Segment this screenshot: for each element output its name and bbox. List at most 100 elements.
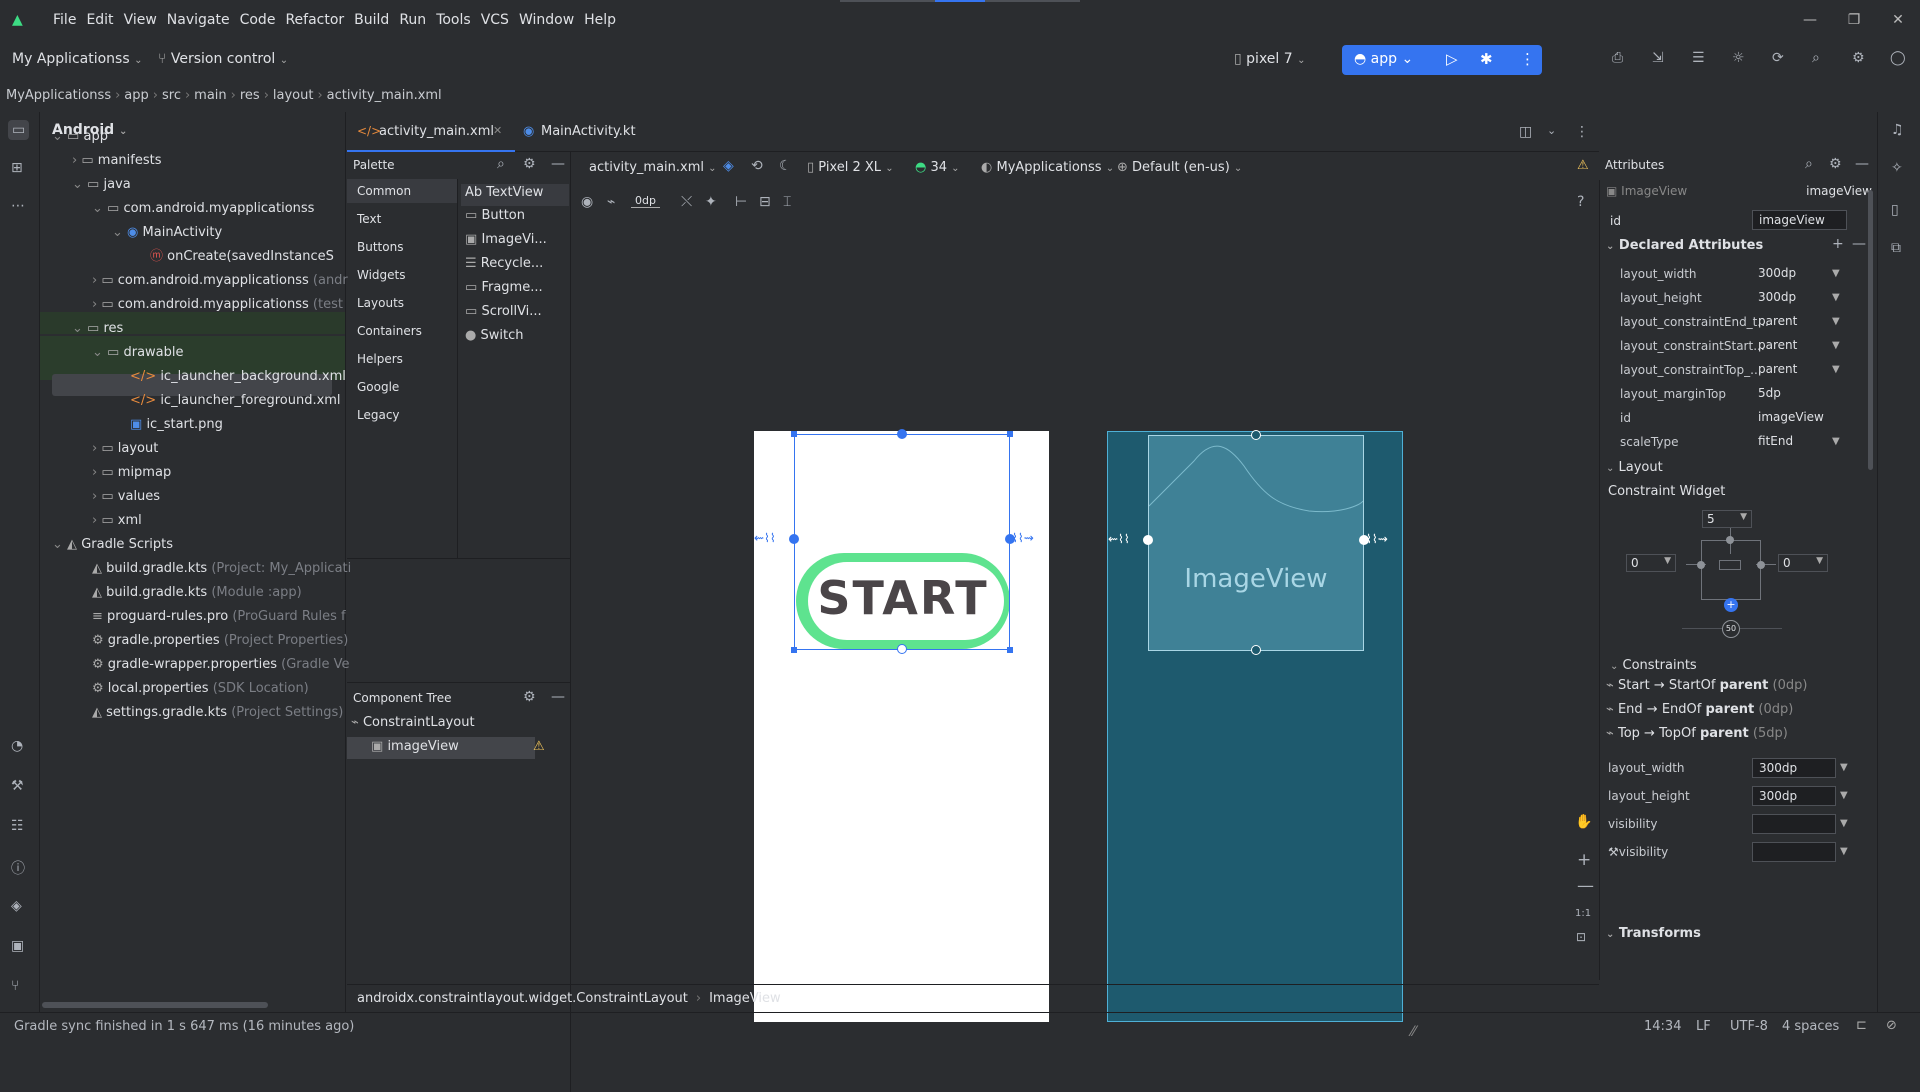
tree-item-java[interactable]: ⌄ ▭ java	[72, 174, 131, 196]
menu-vcs[interactable]: VCS	[476, 12, 514, 28]
visibility-select[interactable]	[1752, 814, 1836, 834]
palette-item-scrollview[interactable]: ▭ ScrollVi...	[465, 304, 542, 319]
tree-item-build-gradle-project[interactable]: ◭ build.gradle.kts (Project: My_Applicat…	[92, 558, 351, 580]
palette-category-layouts[interactable]: Layouts	[357, 296, 404, 310]
settings-icon[interactable]: ⚙	[1852, 50, 1865, 66]
vertical-scrollbar[interactable]	[1868, 190, 1873, 470]
tree-item-gradle-wrapper[interactable]: ⚙ gradle-wrapper.properties (Gradle Ve	[92, 654, 349, 676]
baseline-icon[interactable]: ⌶	[783, 194, 791, 210]
constraint-item[interactable]: ⌁ Top → TopOf parent (5dp)	[1606, 726, 1788, 741]
menu-navigate[interactable]: Navigate	[162, 12, 235, 28]
menu-code[interactable]: Code	[235, 12, 281, 28]
bias-slider[interactable]: 50	[1722, 620, 1740, 638]
breadcrumb-item[interactable]: main	[194, 88, 226, 103]
layout-width-input[interactable]: 300dp	[1752, 758, 1836, 778]
guidelines-icon[interactable]: ⊢	[735, 194, 747, 210]
constraint-anchor-bottom[interactable]	[897, 644, 907, 654]
device-manager-icon[interactable]: ⎙	[1612, 50, 1623, 66]
close-tab-icon[interactable]: ✕	[493, 124, 502, 137]
attr-row[interactable]: layout_width 300dp ▼	[1600, 262, 1878, 286]
debug-icon[interactable]: ✱	[1480, 50, 1493, 68]
night-mode-icon[interactable]: ☾	[779, 158, 792, 174]
resource-manager-icon[interactable]: ⊞	[11, 160, 23, 176]
infer-constraints-icon[interactable]: ✦	[705, 194, 717, 210]
status-message[interactable]: Gradle sync finished in 1 s 647 ms (16 m…	[14, 1019, 354, 1034]
locale-selector[interactable]: ⊕ Default (en-us) ⌄	[1117, 160, 1242, 175]
attr-row[interactable]: layout_constraintTop_... parent ▼	[1600, 358, 1878, 382]
declared-attributes-header[interactable]: ⌄ Declared Attributes	[1606, 238, 1866, 260]
pan-icon[interactable]: ✋	[1575, 814, 1592, 830]
minimize-panel-icon[interactable]: —	[551, 689, 565, 705]
lock-icon[interactable]: ⊏	[1856, 1018, 1867, 1033]
palette-item-button[interactable]: ▭ Button	[465, 208, 525, 223]
chevron-down-icon[interactable]: ⌄	[1547, 124, 1556, 137]
dropdown-icon[interactable]: ▼	[1832, 340, 1840, 351]
zoom-in-icon[interactable]: +	[1577, 850, 1591, 870]
breadcrumb-item[interactable]: MyApplicationss	[6, 88, 111, 103]
id-input[interactable]: imageView	[1752, 210, 1847, 230]
attr-value[interactable]: 300dp	[1758, 290, 1796, 304]
notifications-icon[interactable]: ♫	[1891, 122, 1904, 138]
more-options-icon[interactable]: ⋮	[1575, 124, 1589, 140]
add-bottom-constraint-icon[interactable]: +	[1724, 598, 1738, 612]
constraint-dot-end[interactable]	[1757, 561, 1765, 569]
zoom-to-actual-icon[interactable]: 1:1	[1575, 908, 1591, 919]
logcat-icon[interactable]: ☷	[11, 818, 24, 834]
dropdown-icon[interactable]: ▼	[1840, 790, 1848, 801]
palette-category-helpers[interactable]: Helpers	[357, 352, 403, 366]
remove-attribute-icon[interactable]: —	[1852, 236, 1866, 252]
horizontal-scrollbar[interactable]	[42, 1002, 268, 1008]
clear-constraints-icon[interactable]: ⤬	[681, 194, 692, 210]
search-icon[interactable]: ⌕	[1805, 156, 1813, 172]
attr-value[interactable]: 5dp	[1758, 386, 1781, 400]
run-icon[interactable]: ▷	[1446, 50, 1458, 68]
dropdown-icon[interactable]: ▼	[1832, 268, 1840, 279]
terminal-icon[interactable]: ▣	[11, 938, 24, 954]
indent-setting[interactable]: 4 spaces	[1782, 1019, 1839, 1034]
help-icon[interactable]: ?	[1577, 194, 1584, 210]
layout-height-input[interactable]: 300dp	[1752, 786, 1836, 806]
close-window-icon[interactable]: ✕	[1876, 0, 1920, 40]
path-item[interactable]: ImageView	[709, 991, 781, 1006]
tree-item-gradle-properties[interactable]: ⚙ gradle.properties (Project Properties)	[92, 630, 348, 652]
tree-item-android-test-package[interactable]: › ▭ com.android.myapplicationss (andr	[92, 270, 348, 292]
tree-item-app[interactable]: ⌄ ▭ app	[52, 126, 108, 148]
tree-node-imageview[interactable]: ▣ imageView	[347, 737, 535, 759]
tree-item-gradle-scripts[interactable]: ⌄ ◭ Gradle Scripts	[52, 534, 173, 556]
constraint-anchor-top[interactable]	[1251, 430, 1261, 440]
align-icon[interactable]: ⊟	[759, 194, 771, 210]
tree-item-proguard[interactable]: ≡ proguard-rules.pro (ProGuard Rules f	[92, 606, 346, 628]
minimize-icon[interactable]: —	[1788, 0, 1832, 40]
run-config-selector[interactable]: ◓ app ⌄	[1354, 51, 1413, 67]
tree-item-local-properties[interactable]: ⚙ local.properties (SDK Location)	[92, 678, 309, 700]
split-view-icon[interactable]: ◫	[1519, 124, 1532, 140]
attr-row[interactable]: layout_height 300dp ▼	[1600, 286, 1878, 310]
sync-gradle-icon[interactable]: ⟳	[1772, 50, 1784, 66]
device-manager-icon[interactable]: ▯	[1891, 202, 1899, 218]
dropdown-icon[interactable]: ▼	[1832, 364, 1840, 375]
attr-row[interactable]: layout_constraintStart... parent ▼	[1600, 334, 1878, 358]
constraint-anchor-start[interactable]	[789, 534, 799, 544]
constraints-section-header[interactable]: ⌄ Constraints	[1610, 658, 1697, 673]
cursor-position[interactable]: 14:34	[1644, 1019, 1681, 1034]
bug-icon[interactable]: ☼	[1732, 50, 1745, 66]
gemini-icon[interactable]: ✧	[1891, 160, 1903, 176]
tree-item-test-package[interactable]: › ▭ com.android.myapplicationss (test	[92, 294, 343, 316]
breadcrumb-item[interactable]: res	[240, 88, 260, 103]
project-tool-icon[interactable]: ▭	[8, 120, 30, 140]
settings-icon[interactable]: ⚙	[523, 156, 536, 172]
path-item[interactable]: androidx.constraintlayout.widget.Constra…	[357, 991, 688, 1006]
app-inspection-icon[interactable]: ◔	[11, 738, 23, 754]
attr-row[interactable]: id imageView	[1600, 406, 1878, 430]
tab-activity-main[interactable]: </> activity_main.xml ✕	[347, 112, 515, 152]
palette-item-textview[interactable]: Ab TextView	[461, 184, 569, 206]
api-selector[interactable]: ◓ 34 ⌄	[915, 160, 960, 175]
margin-end-field[interactable]: 0 ▼	[1778, 554, 1828, 572]
dropdown-icon[interactable]: ▼	[1832, 436, 1840, 447]
orientation-icon[interactable]: ⟲	[751, 158, 763, 174]
account-icon[interactable]: ◯	[1890, 50, 1906, 66]
constraint-dot-top[interactable]	[1726, 536, 1734, 544]
tree-item-res[interactable]: ⌄ ▭ res	[72, 318, 123, 340]
dropdown-icon[interactable]: ▼	[1840, 846, 1848, 857]
warning-icon[interactable]: ⚠	[533, 739, 545, 754]
